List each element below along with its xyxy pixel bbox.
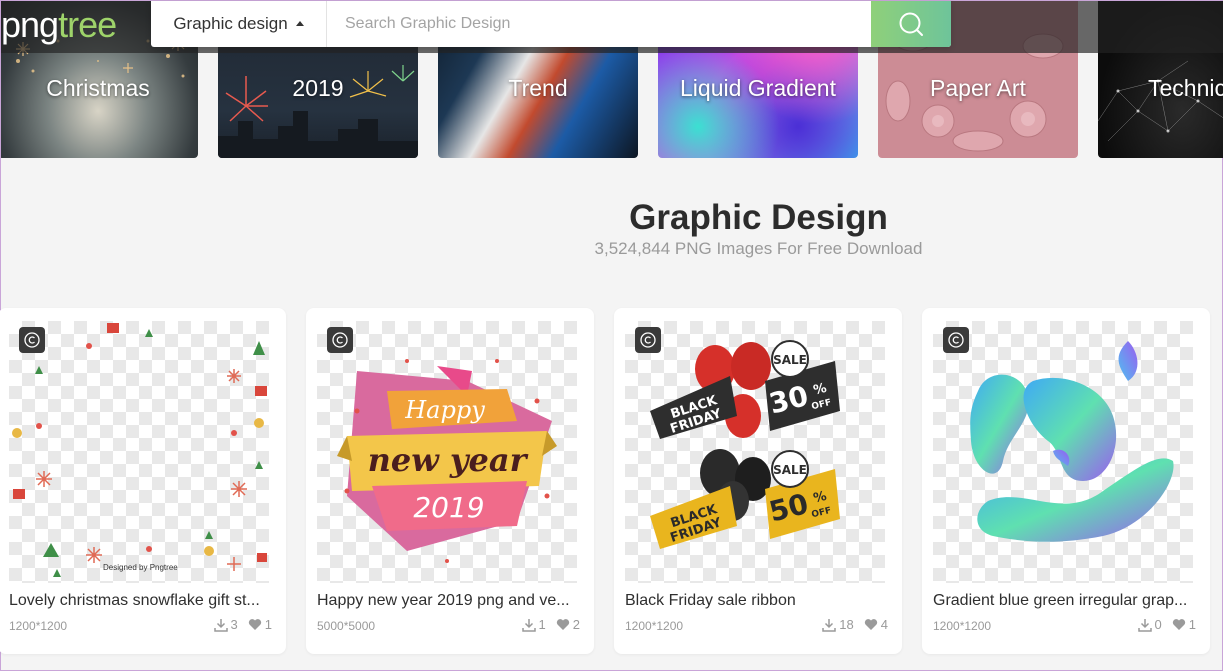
copyright-badge [19,327,45,353]
copyright-icon [24,332,40,348]
category-label: Trend [508,75,568,101]
category-dropdown[interactable]: Graphic design [151,1,327,47]
card-title[interactable]: Lovely christmas snowflake gift st... [9,592,271,610]
download-count[interactable]: 3 [213,617,238,632]
copyright-badge [635,327,661,353]
image-card[interactable]: Happy new year 2019 Happy new year 2019 … [306,308,594,654]
black-friday-image: BLACK FRIDAY SALE 30 % OFF BLACK FRIDAY … [650,340,840,549]
card-title[interactable]: Happy new year 2019 png and ve... [317,592,579,610]
christmas-frame-image [12,323,267,577]
download-icon [213,618,228,632]
copyright-icon [332,332,348,348]
category-label: Paper Art [930,75,1026,101]
art-text-happy: Happy [404,396,485,424]
download-count-value: 1 [538,617,546,632]
top-bar: pngtree Graphic design [1,1,1223,53]
image-card[interactable]: Gradient blue green irregular grap... 12… [922,308,1210,654]
art-text-sale-2: SALE [773,463,807,477]
download-count[interactable]: 18 [822,617,854,632]
like-count-value: 2 [572,617,580,632]
category-label: 2019 [292,75,344,101]
happy-new-year-image: Happy new year 2019 [337,359,557,563]
logo-text-tree: tree [58,4,117,45]
download-icon [822,618,837,632]
copyright-badge [327,327,353,353]
like-count-value: 4 [880,617,888,632]
art-text-new-year: new year [368,441,529,479]
copyright-icon [948,332,964,348]
search-bar: Graphic design [151,1,951,47]
download-icon [521,618,536,632]
like-count[interactable]: 1 [248,617,272,632]
card-thumbnail[interactable]: Happy new year 2019 [317,321,577,583]
search-button[interactable] [871,1,951,47]
category-label: Technic [1148,75,1223,101]
image-size: 1200*1200 [625,619,684,633]
card-stats: 18 4 [822,617,888,632]
art-text-sale-1: SALE [773,353,807,367]
image-size: 1200*1200 [9,619,68,633]
category-label: Christmas [46,75,150,101]
category-label: Liquid Gradient [680,75,836,101]
art-text-2019: 2019 [413,491,484,524]
pngtree-logo[interactable]: pngtree [1,3,117,47]
like-count-value: 1 [264,617,272,632]
card-stats: 1 2 [521,617,580,632]
page-subtitle: 3,524,844 PNG Images For Free Download [594,239,923,258]
copyright-badge [943,327,969,353]
download-count[interactable]: 1 [521,617,546,632]
card-thumbnail[interactable]: BLACK FRIDAY SALE 30 % OFF BLACK FRIDAY … [625,321,885,583]
heart-icon [1172,619,1185,630]
like-count-value: 1 [1188,617,1196,632]
designer-signature: Designed by Pngtree [103,563,178,572]
download-count-value: 18 [839,617,854,632]
download-count-value: 0 [1154,617,1162,632]
download-icon [1137,618,1152,632]
page-title: Graphic Design [629,198,888,237]
card-title[interactable]: Gradient blue green irregular grap... [933,592,1195,610]
category-dropdown-label: Graphic design [173,14,288,33]
card-thumbnail[interactable]: Designed by Pngtree [9,321,269,583]
copyright-icon [640,332,656,348]
image-card[interactable]: BLACK FRIDAY SALE 30 % OFF BLACK FRIDAY … [614,308,902,654]
page-heading: Graphic Design 3,524,844 PNG Images For … [1,197,1223,259]
search-input[interactable] [327,1,871,47]
like-count[interactable]: 4 [864,617,888,632]
heart-icon [864,619,877,630]
search-icon [899,12,923,36]
image-card[interactable]: Designed by Pngtree Lovely christmas sno… [0,308,286,654]
card-thumbnail[interactable] [933,321,1193,583]
image-size: 1200*1200 [933,619,992,633]
caret-up-icon [295,20,304,26]
card-stats: 3 1 [213,617,272,632]
gradient-shape-image [970,341,1174,542]
logo-text-png: png [1,4,59,45]
download-count-value: 3 [230,617,238,632]
image-size: 5000*5000 [317,619,376,633]
like-count[interactable]: 2 [556,617,580,632]
download-count[interactable]: 0 [1137,617,1162,632]
like-count[interactable]: 1 [1172,617,1196,632]
card-stats: 0 1 [1137,617,1196,632]
card-title[interactable]: Black Friday sale ribbon [625,592,887,610]
heart-icon [248,619,261,630]
heart-icon [556,619,569,630]
